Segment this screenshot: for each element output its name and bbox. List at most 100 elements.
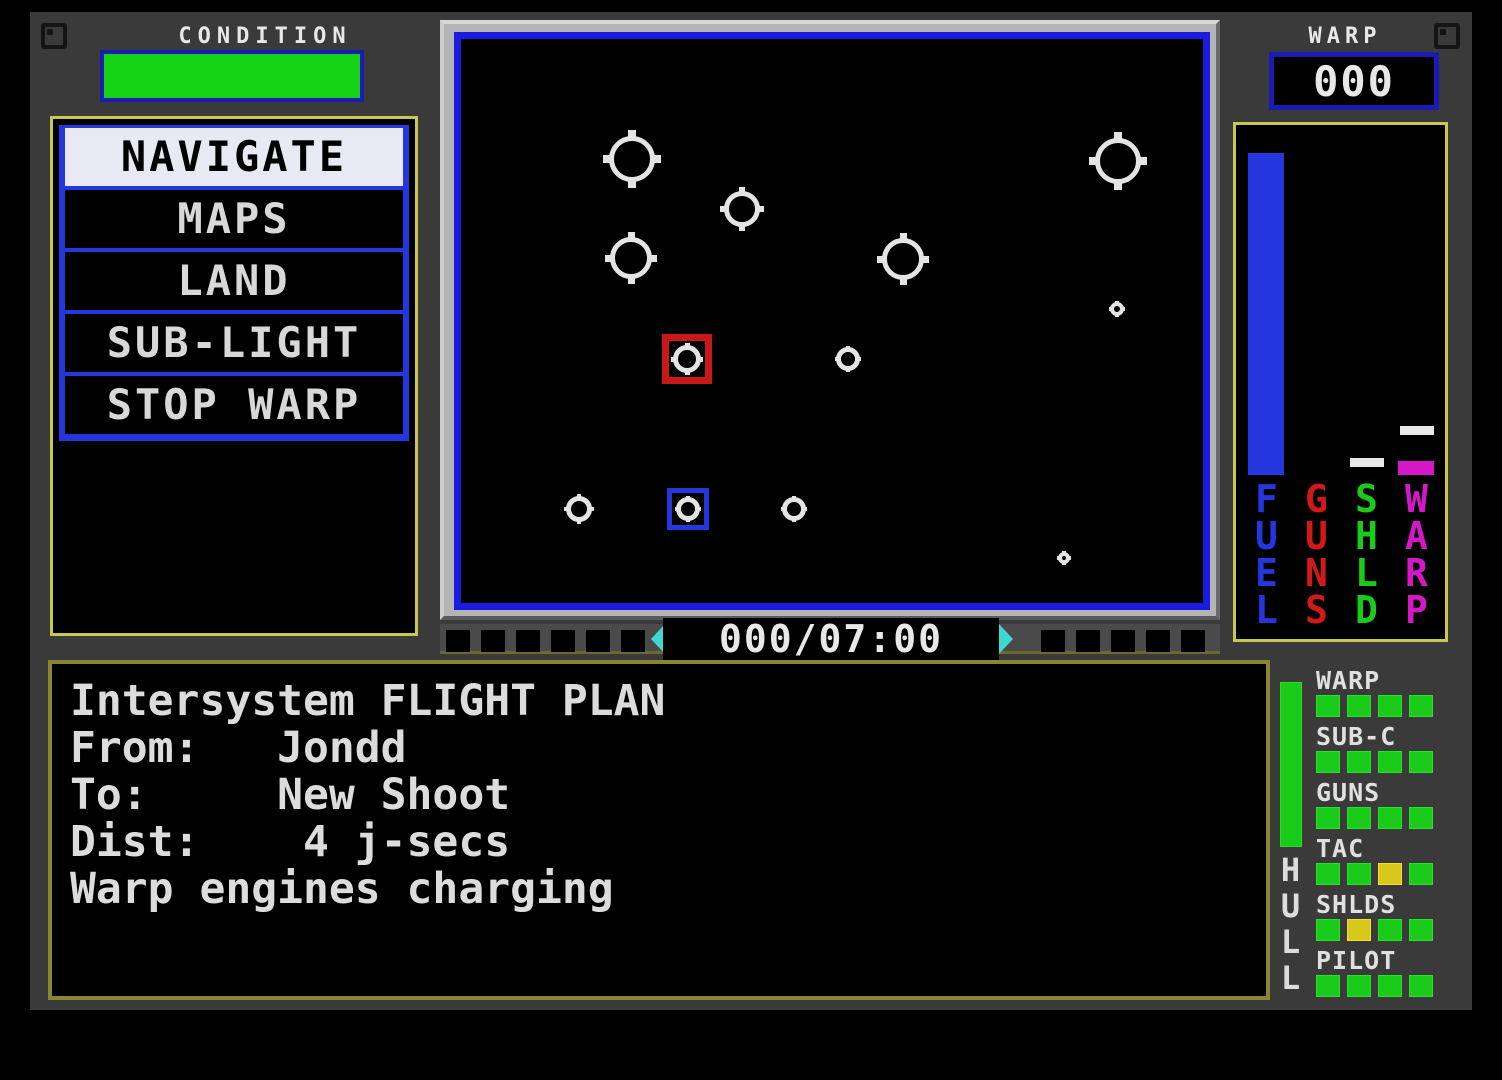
star-object[interactable]	[1080, 123, 1156, 199]
system-bit	[1316, 807, 1340, 829]
system-row-guns: GUNS	[1316, 780, 1472, 829]
star-object[interactable]	[821, 332, 875, 386]
system-bits	[1316, 863, 1472, 885]
planet-tick-icon	[846, 346, 850, 351]
star-object[interactable]	[867, 223, 939, 295]
gauge-guns: G U N S	[1294, 130, 1340, 635]
planet-tick-icon	[671, 356, 677, 362]
system-bits	[1316, 919, 1472, 941]
system-bit	[1378, 975, 1402, 997]
system-label: SHLDS	[1316, 890, 1397, 919]
system-row-sub-c: SUB-C	[1316, 724, 1472, 773]
planet-tick-icon	[577, 518, 581, 524]
planet-tick-icon	[781, 507, 786, 511]
condition-label: CONDITION	[178, 24, 352, 49]
main-menu: NAVIGATE MAPS LAND SUB-LIGHT STOP WARP	[50, 116, 418, 636]
systems-status-panel: H U L L WARP SUB-C GUNS TAC SHLDS PILOT	[1274, 660, 1472, 1005]
screw-icon	[1431, 20, 1460, 49]
planet-tick-icon	[899, 276, 907, 285]
warp-value: 000	[1313, 56, 1395, 106]
system-bit	[1316, 975, 1340, 997]
planet-tick-icon	[877, 255, 886, 263]
mission-timer-value: 000/07:00	[719, 617, 943, 661]
planet-tick-icon	[675, 507, 680, 511]
menu-item-land[interactable]: LAND	[65, 252, 403, 310]
planet-tick-icon	[603, 155, 613, 163]
planet-tick-icon	[1115, 301, 1119, 306]
system-bit	[1347, 695, 1371, 717]
system-bit	[1378, 751, 1402, 773]
system-bit	[1378, 863, 1402, 885]
system-row-warp: WARP	[1316, 668, 1472, 717]
system-bit	[1316, 919, 1340, 941]
star-object-selected[interactable]	[661, 482, 715, 536]
flight-plan-panel: Intersystem FLIGHT PLAN From: Jondd To: …	[48, 660, 1270, 1000]
console-chassis: CONDITION NAVIGATE MAPS LAND SUB-LIGHT STOP …	[30, 12, 1472, 1010]
planet-tick-icon	[686, 517, 690, 522]
star-object[interactable]	[594, 121, 670, 197]
planet-tick-icon	[684, 369, 690, 375]
planet-tick-icon	[846, 367, 850, 372]
planet-tick-icon	[1115, 312, 1119, 317]
planet-tick-icon	[1137, 157, 1147, 165]
star-object[interactable]	[1043, 537, 1085, 579]
star-object[interactable]	[1095, 287, 1139, 331]
planet-tick-icon	[1066, 556, 1071, 560]
system-bit	[1378, 807, 1402, 829]
screw-icon	[38, 20, 67, 49]
gauge-bar-warp	[1398, 461, 1434, 475]
star-object[interactable]	[551, 481, 607, 537]
menu-item-stop-warp[interactable]: STOP WARP	[65, 376, 403, 434]
perforation	[621, 630, 645, 652]
viewport-shell: 000/07:00	[435, 12, 1225, 661]
condition-gauge	[100, 50, 364, 102]
game-screen: CONDITION NAVIGATE MAPS LAND SUB-LIGHT STOP …	[0, 0, 1502, 1080]
system-label: WARP	[1316, 666, 1381, 695]
main-menu-list: NAVIGATE MAPS LAND SUB-LIGHT STOP WARP	[59, 125, 409, 441]
system-bit	[1378, 695, 1402, 717]
system-bit	[1378, 919, 1402, 941]
planet-tick-icon	[1114, 132, 1122, 142]
planet-tick-icon	[720, 206, 728, 212]
menu-item-sub-light[interactable]: SUB-LIGHT	[65, 314, 403, 372]
starfield	[461, 39, 1203, 603]
hull-label: H U L L	[1280, 851, 1302, 997]
system-bits	[1316, 695, 1472, 717]
perforation	[446, 630, 470, 652]
mission-timer: 000/07:00	[663, 617, 999, 661]
perforation	[551, 630, 575, 652]
star-object[interactable]	[709, 176, 775, 242]
system-label: GUNS	[1316, 778, 1381, 807]
star-object[interactable]	[595, 222, 667, 294]
planet-tick-icon	[756, 206, 764, 212]
system-bit	[1409, 807, 1433, 829]
gauge-label-fuel: F U E L	[1255, 477, 1279, 632]
planet-tick-icon	[686, 496, 690, 501]
viewport-bezel	[440, 20, 1220, 620]
planet-tick-icon	[605, 254, 614, 262]
star-object[interactable]	[767, 482, 821, 536]
planet-tick-icon	[739, 187, 745, 195]
star-object-selected[interactable]	[658, 330, 716, 388]
planet-tick-icon	[792, 496, 796, 501]
planet-tick-icon	[648, 254, 657, 262]
planet-tick-icon	[627, 232, 635, 241]
menu-item-maps[interactable]: MAPS	[65, 190, 403, 248]
system-bit	[1316, 863, 1340, 885]
planet-tick-icon	[1109, 307, 1114, 311]
planet-tick-icon	[684, 343, 690, 349]
menu-item-navigate[interactable]: NAVIGATE	[65, 128, 403, 186]
system-bits	[1316, 751, 1472, 773]
planet-tick-icon	[564, 507, 570, 511]
planet-tick-icon	[588, 507, 594, 511]
system-label: TAC	[1316, 834, 1365, 863]
flight-plan-text: Intersystem FLIGHT PLAN From: Jondd To: …	[70, 676, 666, 914]
planet-tick-icon	[628, 130, 636, 140]
perforation	[1076, 630, 1100, 652]
gauge-label-warp: W A R P	[1405, 477, 1429, 632]
planet-tick-icon	[628, 178, 636, 188]
planet-tick-icon	[899, 233, 907, 242]
planet-tick-icon	[1057, 556, 1062, 560]
system-row-pilot: PILOT	[1316, 948, 1472, 997]
navigation-viewport[interactable]	[454, 32, 1210, 610]
